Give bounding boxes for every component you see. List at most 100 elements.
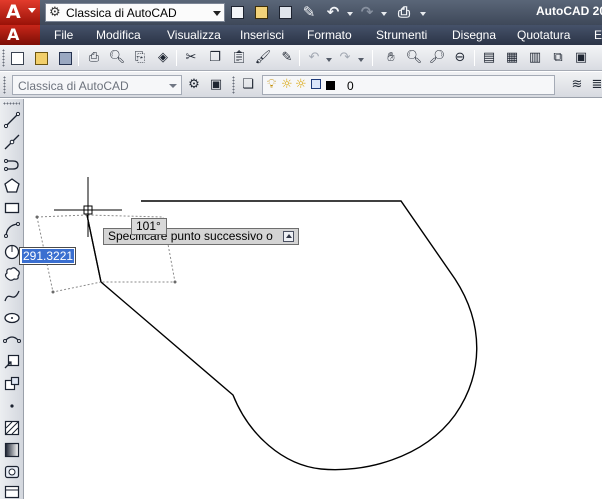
drawing-canvas[interactable]: [25, 99, 602, 499]
undo-button[interactable]: ↶: [305, 49, 323, 67]
arc-icon: [4, 222, 20, 238]
properties-button[interactable]: ▤: [480, 49, 498, 67]
insert-block-button[interactable]: [3, 353, 21, 371]
ellipse-arc-button[interactable]: [3, 331, 21, 349]
toolbar-grip[interactable]: [232, 76, 235, 94]
redo-dropdown-icon[interactable]: [381, 12, 387, 16]
plot-preview-icon: 🔍︎: [108, 50, 126, 65]
markup-button[interactable]: ▣: [572, 49, 590, 67]
menu-inserisci[interactable]: Inserisci: [240, 25, 284, 45]
tool-palettes-button[interactable]: ▥: [526, 49, 544, 67]
publish-button[interactable]: ⎘: [131, 49, 149, 67]
new-button[interactable]: [8, 49, 26, 67]
undo-button[interactable]: ↶: [324, 3, 342, 22]
layer-previous-button[interactable]: ≣: [588, 76, 602, 94]
toolbar-grip[interactable]: [2, 49, 5, 67]
undo-dropdown-icon[interactable]: [326, 58, 332, 62]
new-file-icon: [230, 6, 244, 19]
copy-button[interactable]: ❐: [206, 49, 224, 67]
undo-dropdown-icon[interactable]: [347, 12, 353, 16]
application-menu-button[interactable]: A: [0, 0, 40, 25]
point-button[interactable]: [3, 397, 21, 415]
redo-button[interactable]: ↷: [336, 49, 354, 67]
rectangle-button[interactable]: [3, 199, 21, 217]
zoom-previous-button[interactable]: ⊖: [451, 49, 469, 67]
menu-edit-truncated[interactable]: E: [594, 25, 602, 45]
zoom-window-button[interactable]: 🔎︎: [428, 49, 446, 67]
drawing-area[interactable]: [25, 99, 602, 499]
pan-button[interactable]: ✋︎: [382, 49, 400, 67]
gradient-button[interactable]: [3, 441, 21, 459]
toolbar-grip[interactable]: [3, 102, 20, 105]
save-button[interactable]: [56, 49, 74, 67]
expand-options-icon[interactable]: [283, 231, 294, 242]
workspace-settings-button[interactable]: ⚙: [185, 76, 203, 94]
block-editor-button[interactable]: ✎: [278, 49, 296, 67]
sheet-set-button[interactable]: ⧉: [549, 49, 567, 67]
redo-button[interactable]: ↷: [358, 3, 376, 22]
3d-dwf-button[interactable]: ◈: [154, 49, 172, 67]
toolbar-separator: [372, 50, 373, 66]
arc-button[interactable]: [3, 221, 21, 239]
construction-line-button[interactable]: [3, 133, 21, 151]
unlock-icon: [311, 79, 321, 89]
polygon-icon: [4, 178, 20, 193]
design-center-icon: ▦: [505, 50, 519, 65]
plot-preview-button[interactable]: 🔍︎: [108, 49, 126, 67]
make-block-icon: [4, 376, 20, 391]
make-block-button[interactable]: [3, 375, 21, 393]
quick-access-customize-icon[interactable]: [420, 12, 426, 16]
menu-disegna[interactable]: Disegna: [452, 25, 496, 45]
app-title: AutoCAD 20: [536, 4, 602, 18]
open-button[interactable]: [252, 3, 270, 22]
layer-color-swatch: [326, 81, 335, 90]
markup-icon: ▣: [574, 50, 588, 65]
zoom-realtime-icon: 🔍︎: [405, 50, 423, 65]
menu-modifica[interactable]: Modifica: [96, 25, 141, 45]
zoom-realtime-button[interactable]: 🔍︎: [405, 49, 423, 67]
line-icon: [3, 111, 21, 129]
redo-icon: ↷: [339, 50, 351, 65]
layer-properties-button[interactable]: ❏: [239, 76, 257, 94]
workspace-save-button[interactable]: ▣: [207, 76, 225, 94]
plot-button[interactable]: ⎙: [85, 49, 103, 67]
plot-button[interactable]: ⎙: [394, 3, 414, 22]
menu-strumenti[interactable]: Strumenti: [376, 25, 427, 45]
length-input[interactable]: 291.3221: [19, 247, 76, 265]
hatch-button[interactable]: [3, 419, 21, 437]
menu-file[interactable]: File: [54, 25, 73, 45]
rectangle-icon: [4, 202, 20, 214]
polygon-button[interactable]: [3, 177, 21, 195]
ellipse-button[interactable]: [3, 309, 21, 327]
undo-icon: ↶: [308, 50, 320, 65]
qnew-button[interactable]: [228, 3, 246, 22]
polyline-button[interactable]: [3, 155, 21, 173]
save-icon: [278, 6, 292, 19]
match-properties-button[interactable]: 🖌︎: [254, 49, 272, 67]
redo-dropdown-icon[interactable]: [358, 58, 364, 62]
menu-visualizza[interactable]: Visualizza: [167, 25, 221, 45]
menu-formato[interactable]: Formato: [307, 25, 352, 45]
make-object-layer-current-button[interactable]: ≋: [568, 76, 586, 94]
menu-app-button[interactable]: A: [0, 25, 40, 45]
design-center-button[interactable]: ▦: [503, 49, 521, 67]
menu-quotatura[interactable]: Quotatura: [517, 25, 570, 45]
open-button[interactable]: [32, 49, 50, 67]
line-button[interactable]: [3, 111, 21, 129]
workspace-combo[interactable]: Classica di AutoCAD: [12, 75, 182, 95]
table-button[interactable]: [3, 483, 21, 499]
toolbar-grip[interactable]: [3, 76, 6, 94]
toolbar-separator: [299, 50, 300, 66]
spline-button[interactable]: [3, 287, 21, 305]
3d-dwf-icon: ◈: [158, 50, 168, 65]
revision-cloud-button[interactable]: [3, 265, 21, 283]
region-button[interactable]: [3, 463, 21, 481]
layer-combo[interactable]: 💡︎ ☼ ☼ 0: [262, 75, 555, 95]
paste-button[interactable]: 📋︎: [230, 49, 248, 67]
save-as-icon: ✎: [302, 3, 316, 21]
workspace-selector[interactable]: ⚙ Classica di AutoCAD: [45, 3, 225, 22]
save-button[interactable]: [276, 3, 294, 22]
save-as-button[interactable]: ✎: [300, 3, 318, 22]
cut-button[interactable]: ✂: [182, 49, 200, 67]
toolbar-separator: [176, 50, 177, 66]
